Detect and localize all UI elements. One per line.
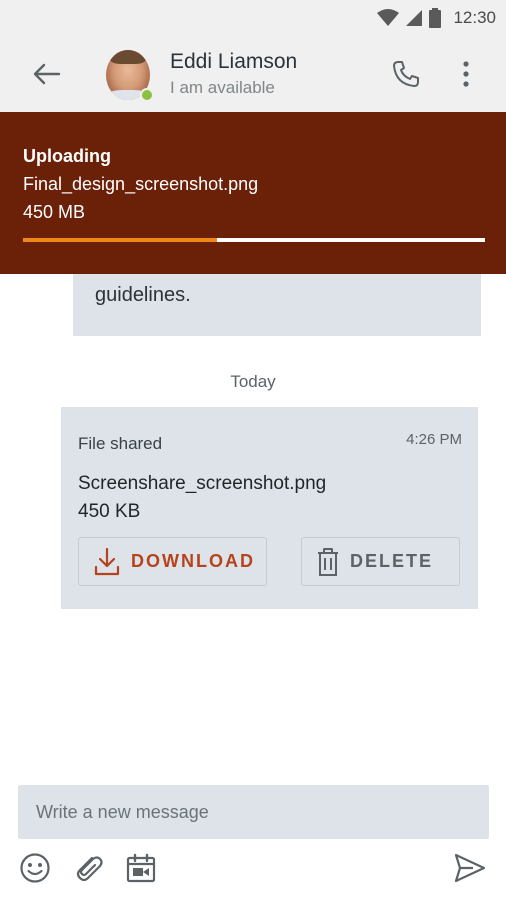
emoji-button[interactable]: [17, 852, 53, 888]
trash-icon: [316, 547, 340, 577]
wifi-icon: [377, 9, 400, 27]
contact-name[interactable]: Eddi Liamson: [170, 50, 297, 74]
message-bubble: guidelines.: [73, 274, 481, 336]
emoji-icon: [19, 852, 51, 889]
upload-banner: Uploading Final_design_screenshot.png 45…: [0, 112, 506, 274]
send-icon: [453, 852, 487, 889]
status-time: 12:30: [453, 8, 496, 27]
send-button[interactable]: [452, 852, 488, 888]
upload-progress-bar: [23, 238, 485, 242]
upload-file-size: 450 MB: [23, 202, 86, 222]
download-button[interactable]: DOWNLOAD: [78, 537, 267, 586]
attach-button[interactable]: [70, 852, 106, 888]
signal-icon: [405, 9, 423, 27]
more-vertical-icon: [463, 60, 469, 92]
chat-header: Eddi Liamson I am available: [0, 36, 506, 112]
message-input[interactable]: [18, 785, 489, 839]
battery-icon: [429, 8, 442, 28]
calendar-video-icon: [125, 852, 157, 889]
download-label: DOWNLOAD: [131, 551, 255, 571]
back-button[interactable]: [28, 58, 64, 94]
file-shared-label: File shared: [78, 434, 163, 453]
download-icon: [93, 547, 121, 577]
file-shared-message: File shared 4:26 PM Screenshare_screensh…: [61, 407, 478, 609]
presence-indicator: [140, 88, 154, 102]
schedule-meeting-button[interactable]: [123, 852, 159, 888]
call-button[interactable]: [388, 58, 424, 94]
arrow-left-icon: [31, 62, 61, 91]
shared-file-size: 450 KB: [78, 501, 141, 522]
phone-icon: [391, 59, 421, 94]
avatar[interactable]: [106, 50, 154, 102]
date-separator: Today: [230, 372, 276, 391]
more-options-button[interactable]: [452, 58, 480, 94]
message-composer: [18, 785, 489, 839]
message-timestamp: 4:26 PM: [406, 431, 462, 448]
message-text: guidelines.: [95, 284, 191, 306]
contact-status: I am available: [170, 78, 275, 97]
delete-button[interactable]: DELETE: [301, 537, 460, 586]
upload-title: Uploading: [23, 146, 111, 166]
delete-label: DELETE: [350, 551, 434, 571]
status-bar: 12:30: [0, 0, 506, 36]
paperclip-icon: [72, 852, 104, 889]
upload-progress-fill: [23, 238, 218, 242]
upload-file-name: Final_design_screenshot.png: [23, 174, 259, 194]
shared-file-name: Screenshare_screenshot.png: [78, 473, 327, 494]
